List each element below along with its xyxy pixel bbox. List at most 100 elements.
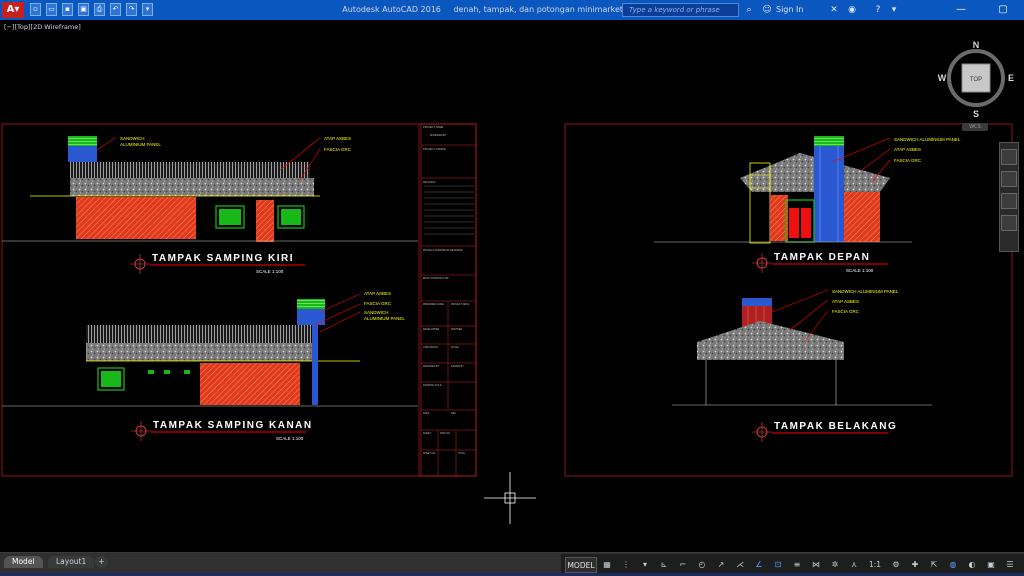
compass-south[interactable]: S (973, 109, 979, 119)
workspace-switching-icon[interactable]: ⚙ (887, 557, 905, 573)
tb-checked-label: CHECKED BY (423, 346, 439, 349)
undo-icon[interactable]: ↶ (110, 3, 121, 16)
note-sandwich: SANDWICH (364, 310, 389, 315)
elevation-front: SANDWICH ALUMINIUM PANEL ATAP ASBES FASC… (654, 136, 961, 273)
aluminium-panel (814, 136, 844, 146)
title-block: PROJECT NAME MINIMARKET PROJECT OWNER RE… (420, 123, 477, 477)
isolate-objects-icon[interactable]: ◍ (944, 557, 962, 573)
tb-desc-label: PROJECT DESC. (451, 303, 470, 306)
wcs-menu[interactable]: WCS (962, 123, 988, 131)
object-snap-icon[interactable]: ⊡ (769, 557, 787, 573)
note-fascia-grc: FASCIA GRC (324, 147, 352, 152)
exchange-icon[interactable]: ✕ (828, 4, 840, 16)
polar-tracking-icon[interactable]: ↗ (712, 557, 730, 573)
note-atap-asbes: ATAP ASBES (324, 136, 351, 141)
roof-asbestos (70, 178, 314, 196)
roof-asbestos (697, 321, 844, 360)
hardware-acceleration-icon[interactable]: ◐ (963, 557, 981, 573)
zoom-icon[interactable] (1001, 193, 1017, 209)
note-fascia-grc: FASCIA GRC (894, 158, 922, 163)
search-input[interactable]: Type a keyword or phrase (622, 3, 739, 17)
plot-icon[interactable]: ⎙ (94, 3, 105, 16)
sign-in-button[interactable]: Sign In (776, 5, 803, 14)
new-file-icon[interactable]: ▫ (30, 3, 41, 16)
snap-icon[interactable]: ⋮ (617, 557, 635, 573)
minimize-button[interactable]: — (940, 0, 982, 20)
tab-layout1[interactable]: Layout1 (48, 556, 95, 568)
brick-wall (76, 197, 196, 239)
selection-cycling-icon[interactable]: ✲ (826, 557, 844, 573)
orbit-icon[interactable] (1001, 215, 1017, 231)
open-file-icon[interactable]: ▭ (46, 3, 57, 16)
crosshair-cursor (484, 472, 536, 524)
lineweight-icon[interactable]: ≡ (788, 557, 806, 573)
save-icon[interactable]: ▪ (62, 3, 73, 16)
aluminium-panel (297, 299, 325, 309)
note-aluminium-panel: ALUMINIUM PANEL (120, 142, 161, 147)
ortho-icon[interactable]: ◴ (693, 557, 711, 573)
transparency-icon[interactable]: ⋈ (807, 557, 825, 573)
object-snap-tracking-icon[interactable]: ∠ (750, 557, 768, 573)
compass-west[interactable]: W (938, 73, 947, 83)
model-space-toggle[interactable]: MODEL (565, 557, 597, 573)
tb-scale-label: SCALE (451, 346, 459, 349)
application-menu-button[interactable]: A▾ (2, 2, 24, 18)
pan-icon[interactable] (1001, 171, 1017, 187)
tab-model[interactable]: Model (4, 556, 43, 568)
title-tampak-belakang: TAMPAK BELAKANG (774, 421, 897, 432)
compass-north[interactable]: N (973, 40, 980, 50)
title-tampak-samping-kiri: TAMPAK SAMPING KIRI (152, 253, 294, 264)
app-name: Autodesk AutoCAD 2016 (342, 5, 441, 14)
viewcube[interactable]: TOP N S W E (936, 38, 1020, 122)
note-atap-asbes: ATAP ASBES (364, 291, 391, 296)
navigation-bar (999, 142, 1019, 252)
note-sandwich-aluminium-panel: SANDWICH ALUMINIUM PANEL (894, 137, 961, 142)
maximize-button[interactable]: ▢ (982, 0, 1024, 20)
note-atap-asbes: ATAP ASBES (894, 147, 921, 152)
brick-wall (844, 192, 880, 242)
infer-constraints-icon[interactable]: ⊾ (655, 557, 673, 573)
annotation-scale-button[interactable]: 1:1 (864, 557, 886, 573)
note-atap-asbes: ATAP ASBES (832, 299, 859, 304)
dynamic-input-icon[interactable]: ⌐ (674, 557, 692, 573)
annotation-visibility-icon[interactable]: ⋏ (845, 557, 863, 573)
scale-kiri: SCALE 1:100 (256, 269, 284, 274)
quick-access-toolbar: ▫ ▭ ▪ ▣ ⎙ ↶ ↷ ▾ (30, 3, 153, 16)
units-icon[interactable]: ⇱ (925, 557, 943, 573)
tb-revision-label: REVISION (423, 180, 436, 184)
clean-screen-icon[interactable]: ▣ (982, 557, 1000, 573)
help-icon[interactable]: ? (872, 4, 884, 16)
workspace-dropdown-icon[interactable]: ▾ (142, 3, 153, 16)
tb-contractor-label: MAIN CONTRACTOR (423, 276, 449, 280)
tb-owner-label: PROJECT OWNER (423, 147, 446, 151)
tb-rev-label: REV. (451, 412, 457, 415)
tb-total-label: TOTAL (458, 452, 466, 455)
drawing-canvas[interactable]: SANDWICH ALUMINIUM PANEL ATAP ASBES FASC… (0, 20, 1024, 552)
help-dropdown-icon[interactable]: ▾ (888, 4, 900, 16)
tb-developer-label: DEVELOPPER (423, 328, 439, 331)
a360-icon[interactable]: ◉ (846, 4, 858, 16)
grid-icon[interactable]: ▦ (598, 557, 616, 573)
annotation-monitor-icon[interactable]: ✚ (906, 557, 924, 573)
tb-date-label: DATE (423, 412, 430, 415)
title-tampak-depan: TAMPAK DEPAN (774, 252, 870, 263)
tb-drawn-label: DRAWN BY (451, 365, 464, 368)
compass-east[interactable]: E (1008, 73, 1014, 83)
tb-project-name-label: PROJECT NAME (423, 125, 444, 129)
tb-admin-label: PROJECT ADMIN/BUSA DESIGNER (423, 249, 463, 252)
tb-project-name: MINIMARKET (430, 133, 447, 137)
redo-icon[interactable]: ↷ (126, 3, 137, 16)
snap-dropdown-icon[interactable]: ▾ (636, 557, 654, 573)
search-icon[interactable]: ⌕ (743, 4, 755, 16)
isodraft-icon[interactable]: ⋌ (731, 557, 749, 573)
user-icon[interactable]: ☺ (761, 4, 773, 16)
drawing-viewport[interactable]: [−][Top][2D Wireframe] SANDWICH ALUMINIU… (0, 20, 1024, 552)
note-aluminium-panel: ALUMINIUM PANEL (364, 316, 405, 321)
aluminium-panel (68, 136, 97, 146)
steering-wheel-icon[interactable] (1001, 149, 1017, 165)
save-as-icon[interactable]: ▣ (78, 3, 89, 16)
customization-icon[interactable]: ☰ (1001, 557, 1019, 573)
add-layout-button[interactable]: + (95, 556, 108, 568)
title-tampak-samping-kanan: TAMPAK SAMPING KANAN (153, 420, 313, 431)
tb-drawing-title-label: DRAWING TITLE (423, 384, 442, 387)
